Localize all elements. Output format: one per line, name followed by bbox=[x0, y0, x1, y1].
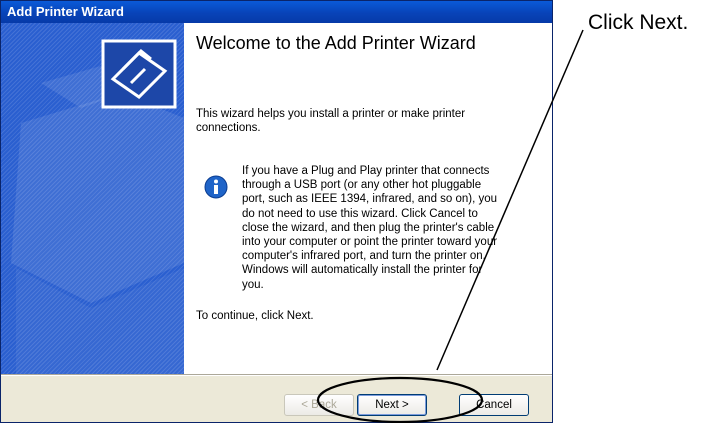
back-button[interactable]: < Back bbox=[284, 394, 354, 416]
window-title: Add Printer Wizard bbox=[1, 1, 552, 23]
info-text: If you have a Plug and Play printer that… bbox=[242, 165, 498, 291]
page-title: Welcome to the Add Printer Wizard bbox=[196, 33, 476, 53]
footer-divider bbox=[1, 374, 552, 376]
add-printer-wizard-window: Add Printer Wizard Welcome to the Add Pr… bbox=[0, 0, 553, 423]
printer-icon bbox=[101, 39, 177, 109]
wizard-sidebar bbox=[1, 23, 184, 374]
info-icon bbox=[204, 175, 228, 199]
printer-silhouette-graphic bbox=[11, 63, 184, 374]
cancel-button[interactable]: Cancel bbox=[459, 394, 529, 416]
wizard-content: Welcome to the Add Printer Wizard This w… bbox=[184, 23, 552, 374]
intro-text: This wizard helps you install a printer … bbox=[196, 108, 466, 134]
next-button[interactable]: Next > bbox=[357, 394, 427, 416]
annotation-callout: Click Next. bbox=[588, 11, 689, 34]
continue-text: To continue, click Next. bbox=[196, 310, 314, 322]
